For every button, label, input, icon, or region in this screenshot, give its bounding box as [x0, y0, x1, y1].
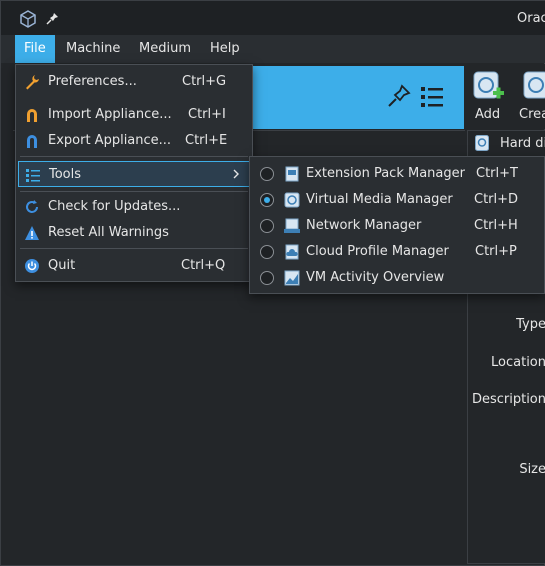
title-bar: Orac: [1, 1, 545, 35]
create-disk-icon[interactable]: [523, 70, 545, 108]
detail-row-type: Type: [467, 317, 545, 337]
hard-disk-tab-label: Hard di: [500, 136, 545, 151]
menu-separator: [20, 156, 248, 157]
chevron-right-icon: [231, 166, 241, 186]
import-appliance-shortcut: Ctrl+I: [188, 107, 226, 122]
vm-activity-icon: [284, 270, 300, 286]
export-appliance-icon: [24, 133, 40, 149]
menu-medium[interactable]: Medium: [130, 35, 200, 63]
main-window: Orac File Machine Medium Help Add Crea H…: [0, 0, 545, 566]
menu-help[interactable]: Help: [201, 35, 249, 63]
create-button[interactable]: Crea: [519, 107, 545, 122]
tools-header-strip: [251, 66, 464, 129]
hard-disk-icon: [475, 135, 489, 155]
vm-activity-label: VM Activity Overview: [306, 270, 445, 285]
file-menu: Preferences... Ctrl+G Import Appliance..…: [15, 64, 253, 282]
import-appliance-label: Import Appliance...: [48, 107, 172, 122]
vm-activity-radio[interactable]: [260, 271, 274, 285]
cloud-profile-shortcut: Ctrl+P: [475, 244, 517, 259]
detail-row-description: Description: [467, 392, 545, 412]
import-appliance-icon: [24, 107, 40, 123]
extension-pack-radio[interactable]: [260, 167, 274, 181]
network-manager-icon: [284, 218, 300, 234]
hard-disk-tab[interactable]: Hard di: [469, 133, 545, 155]
menu-item-reset-warnings[interactable]: Reset All Warnings: [16, 220, 252, 246]
detail-row-size: Size: [467, 462, 545, 482]
menu-separator: [20, 191, 248, 192]
menu-item-cloud-profile-manager[interactable]: Cloud Profile Manager Ctrl+P: [250, 239, 544, 265]
network-manager-label: Network Manager: [306, 218, 422, 233]
refresh-icon: [24, 199, 40, 215]
virtualbox-logo-icon[interactable]: [19, 10, 37, 32]
quit-shortcut: Ctrl+Q: [181, 258, 226, 273]
virtual-media-shortcut: Ctrl+D: [474, 192, 519, 207]
description-label: Description: [471, 392, 545, 407]
network-manager-shortcut: Ctrl+H: [474, 218, 518, 233]
menu-file[interactable]: File: [15, 35, 55, 63]
network-manager-radio[interactable]: [260, 219, 274, 233]
tools-list-small-icon: [25, 167, 41, 183]
reset-warnings-label: Reset All Warnings: [48, 225, 169, 240]
location-label: Location: [491, 355, 545, 370]
extension-pack-shortcut: Ctrl+T: [476, 166, 518, 181]
tools-label: Tools: [49, 167, 82, 182]
extension-pack-icon: [284, 166, 300, 182]
type-label: Type: [516, 317, 545, 332]
check-updates-label: Check for Updates...: [48, 199, 181, 214]
menu-item-import-appliance[interactable]: Import Appliance... Ctrl+I: [16, 102, 252, 128]
export-appliance-shortcut: Ctrl+E: [185, 133, 228, 148]
add-button[interactable]: Add: [475, 107, 500, 122]
menu-machine[interactable]: Machine: [57, 35, 129, 63]
quit-label: Quit: [48, 258, 76, 273]
power-icon: [24, 258, 40, 274]
menu-item-vm-activity-overview[interactable]: VM Activity Overview: [250, 265, 544, 291]
menu-item-quit[interactable]: Quit Ctrl+Q: [16, 253, 252, 279]
preferences-shortcut: Ctrl+G: [182, 74, 227, 89]
window-title: Orac: [517, 11, 545, 26]
extension-pack-label: Extension Pack Manager: [306, 166, 465, 181]
menu-item-preferences[interactable]: Preferences... Ctrl+G: [16, 69, 252, 95]
virtual-media-label: Virtual Media Manager: [306, 192, 453, 207]
warning-icon: [24, 225, 40, 241]
wrench-icon: [24, 74, 40, 90]
size-label: Size: [519, 462, 545, 477]
pin-icon[interactable]: [46, 12, 59, 29]
virtual-media-icon: [284, 192, 300, 208]
detail-row-location: Location: [467, 355, 545, 375]
preferences-label: Preferences...: [48, 74, 137, 89]
add-disk-icon[interactable]: [473, 70, 505, 108]
menu-bar: File Machine Medium Help: [1, 35, 545, 63]
cloud-profile-label: Cloud Profile Manager: [306, 244, 449, 259]
menu-item-extension-pack-manager[interactable]: Extension Pack Manager Ctrl+T: [250, 161, 544, 187]
tools-submenu: Extension Pack Manager Ctrl+T Virtual Me…: [249, 156, 545, 294]
menu-item-export-appliance[interactable]: Export Appliance... Ctrl+E: [16, 128, 252, 154]
cloud-profile-radio[interactable]: [260, 245, 274, 259]
menu-item-network-manager[interactable]: Network Manager Ctrl+H: [250, 213, 544, 239]
menu-item-tools[interactable]: Tools: [18, 161, 250, 187]
menu-item-virtual-media-manager[interactable]: Virtual Media Manager Ctrl+D: [250, 187, 544, 213]
virtual-media-radio[interactable]: [260, 193, 274, 207]
menu-separator: [20, 248, 248, 249]
export-appliance-label: Export Appliance...: [48, 133, 172, 148]
tools-list-icon[interactable]: [419, 84, 445, 114]
menu-item-check-updates[interactable]: Check for Updates...: [16, 194, 252, 220]
pin-tool-icon[interactable]: [387, 84, 411, 112]
cloud-profile-icon: [284, 244, 300, 260]
